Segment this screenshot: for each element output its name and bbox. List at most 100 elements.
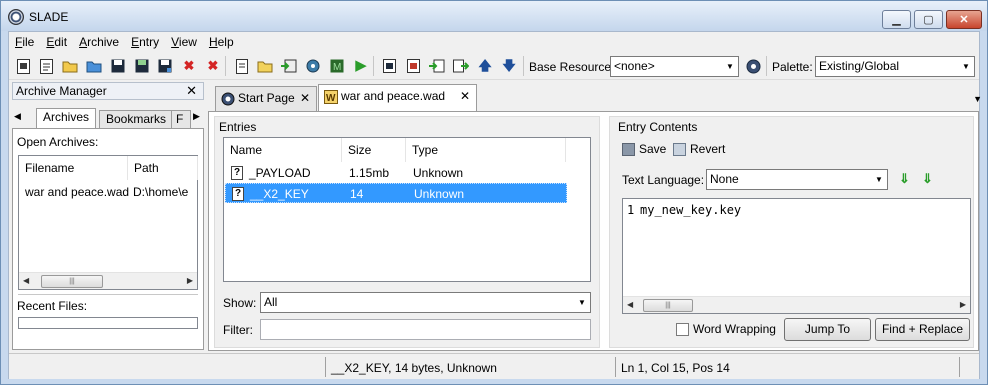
status-separator — [615, 357, 616, 377]
save-all-icon[interactable] — [157, 58, 173, 74]
scroll-right-icon[interactable]: ▶ — [187, 276, 193, 285]
scroll-left-icon[interactable]: ◀ — [23, 276, 29, 285]
archive-filename: war and peace.wad — [25, 185, 130, 199]
sort-descending-icon[interactable]: ⇓ — [922, 171, 933, 187]
column-header-path[interactable]: Path — [128, 156, 198, 180]
tab-truncated[interactable]: F — [171, 110, 191, 129]
text-language-dropdown[interactable]: None ▼ — [706, 169, 888, 190]
save-icon[interactable] — [110, 58, 126, 74]
import-entry-icon[interactable] — [429, 58, 445, 74]
delete-entry-icon[interactable] — [405, 58, 421, 74]
list-item[interactable]: war and peace.wad D:\home\e — [19, 182, 197, 202]
find-replace-button[interactable]: Find + Replace — [875, 318, 970, 341]
column-header-type[interactable]: Type — [406, 138, 566, 162]
editor-text[interactable]: my_new_key.key — [640, 203, 741, 217]
menu-edit[interactable]: Edit — [46, 35, 67, 49]
close-window-button[interactable]: ✕ — [946, 10, 982, 29]
build-archive-icon[interactable] — [305, 58, 321, 74]
tab-archives[interactable]: Archives — [36, 108, 97, 129]
move-up-icon[interactable]: 🡅 — [477, 58, 493, 74]
tab-bookmarks[interactable]: Bookmarks — [99, 110, 174, 129]
scrollbar-thumb[interactable]: ||| — [643, 299, 693, 312]
horizontal-scrollbar[interactable]: ◀ ||| ▶ — [19, 272, 197, 289]
archive-path: D:\home\e — [133, 185, 189, 199]
status-separator — [959, 357, 960, 377]
divider — [18, 294, 198, 295]
maximize-button[interactable]: ▢ — [914, 10, 943, 29]
revert-button[interactable]: Revert — [673, 142, 725, 156]
word-wrapping-checkbox[interactable] — [676, 323, 689, 336]
save-icon — [622, 142, 635, 156]
close-tab-icon[interactable]: ✕ — [460, 85, 470, 108]
jump-to-button[interactable]: Jump To — [784, 318, 871, 341]
status-separator — [325, 357, 326, 377]
entry-type: Unknown — [414, 187, 465, 201]
entry-type: Unknown — [413, 166, 464, 180]
filter-input[interactable] — [260, 319, 591, 340]
base-resource-value: <none> — [614, 59, 655, 73]
menu-help[interactable]: Help — [209, 35, 234, 49]
entry-name: __X2_KEY — [250, 187, 309, 201]
new-entry-icon[interactable] — [234, 58, 250, 74]
close-all-icon[interactable]: ✖ — [205, 58, 221, 74]
tab-scroll-left-icon[interactable]: ◀ — [14, 111, 21, 122]
new-archive-icon[interactable] — [15, 58, 31, 74]
close-panel-icon[interactable]: ✕ — [186, 83, 197, 99]
tab-war-and-peace-wad[interactable]: W war and peace.wad ✕ — [318, 84, 477, 111]
table-row[interactable]: ? __X2_KEY 14 Unknown — [225, 183, 567, 203]
menu-file[interactable]: File — [15, 35, 34, 49]
open-archive-icon[interactable] — [62, 58, 78, 74]
text-editor[interactable]: 1 my_new_key.key ◀ ||| ▶ — [622, 198, 971, 314]
tab-start-page[interactable]: Start Page ✕ — [215, 86, 317, 111]
entry-size: 14 — [350, 187, 364, 201]
open-dir-icon[interactable] — [86, 58, 102, 74]
status-entry-info: __X2_KEY, 14 bytes, Unknown — [331, 361, 497, 375]
column-header-filename[interactable]: Filename — [19, 156, 128, 180]
menu-entry[interactable]: Entry — [131, 35, 159, 49]
wad-file-icon: W — [324, 89, 338, 104]
show-filter-dropdown[interactable]: All ▼ — [260, 292, 591, 313]
save-as-icon[interactable] — [134, 58, 150, 74]
archive-manager-tabs: ◀ Archives Bookmarks F ▶ — [12, 108, 204, 129]
close-tab-icon[interactable]: ✕ — [300, 87, 310, 110]
base-resource-settings-icon[interactable] — [745, 58, 761, 74]
tab-scroll-right-icon[interactable]: ▶ — [193, 111, 200, 122]
entry-size: 1.15mb — [349, 166, 390, 180]
sort-ascending-icon[interactable]: ⇓ — [899, 171, 910, 187]
archive-manager-title: Archive Manager — [16, 84, 107, 98]
move-down-icon[interactable]: 🡇 — [501, 58, 517, 74]
entry-list[interactable]: Name Size Type ? _PAYLOAD 1.15mb Unknown… — [223, 137, 591, 282]
recent-files-list[interactable] — [18, 317, 198, 329]
maps-icon[interactable]: M — [329, 58, 345, 74]
save-button[interactable]: Save — [622, 142, 666, 156]
tab-list-dropdown-icon[interactable]: ▼ — [973, 94, 982, 104]
column-header-name[interactable]: Name — [224, 138, 342, 162]
open-archives-list[interactable]: Filename Path war and peace.wad D:\home\… — [18, 155, 198, 290]
scroll-right-icon[interactable]: ▶ — [960, 300, 966, 309]
export-entry-icon[interactable] — [453, 58, 469, 74]
archive-manager-panel: Archive Manager ✕ ◀ Archives Bookmarks F… — [9, 81, 205, 351]
new-dir-icon[interactable] — [257, 58, 273, 74]
entries-group: Entries Name Size Type ? _PAYLOAD 1.15mb… — [214, 116, 600, 348]
horizontal-scrollbar[interactable]: ◀ ||| ▶ — [623, 296, 970, 313]
close-archive-icon[interactable]: ✖ — [181, 58, 197, 74]
import-files-icon[interactable] — [281, 58, 297, 74]
base-resource-label: Base Resource: — [529, 60, 615, 74]
table-row[interactable]: ? _PAYLOAD 1.15mb Unknown — [225, 163, 567, 183]
menu-view[interactable]: View — [171, 35, 197, 49]
new-zip-icon[interactable] — [38, 58, 54, 74]
run-icon[interactable]: ▶ — [353, 58, 369, 74]
minimize-button[interactable]: ▁ — [882, 10, 911, 29]
scrollbar-thumb[interactable]: ||| — [41, 275, 103, 288]
palette-label: Palette: — [772, 60, 813, 74]
menu-archive[interactable]: Archive — [79, 35, 119, 49]
base-resource-dropdown[interactable]: <none> ▼ — [610, 56, 739, 77]
archive-manager-header: Archive Manager ✕ — [12, 82, 204, 100]
rename-entry-icon[interactable] — [381, 58, 397, 74]
column-header-size[interactable]: Size — [342, 138, 406, 162]
scroll-left-icon[interactable]: ◀ — [627, 300, 633, 309]
palette-dropdown[interactable]: Existing/Global ▼ — [815, 56, 975, 77]
chevron-down-icon: ▼ — [875, 175, 883, 184]
document-tabs: Start Page ✕ W war and peace.wad ✕ ▼ — [208, 84, 982, 111]
show-label: Show: — [223, 296, 257, 310]
